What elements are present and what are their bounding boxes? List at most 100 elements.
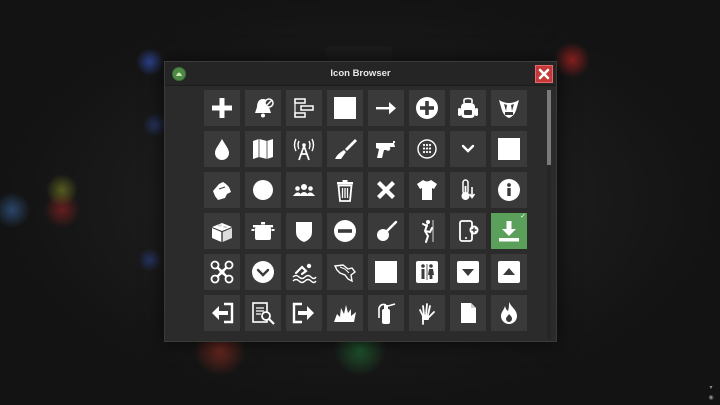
drone-icon xyxy=(210,260,234,284)
icon-cell[interactable] xyxy=(450,172,486,208)
users-icon xyxy=(293,184,315,196)
icon-cell[interactable] xyxy=(204,213,240,249)
exit-arrow-icon xyxy=(292,302,314,324)
caret-down-box-icon xyxy=(457,261,479,283)
water-drop-icon xyxy=(215,139,229,160)
icon-browser-dialog: Icon Browser ✓ xyxy=(164,61,557,342)
icon-cell[interactable] xyxy=(204,295,240,331)
icon-cell[interactable] xyxy=(409,213,445,249)
icon-cell[interactable] xyxy=(491,254,527,290)
icon-cell[interactable] xyxy=(409,295,445,331)
download-icon xyxy=(499,221,519,242)
icon-cell[interactable] xyxy=(368,213,404,249)
icon-cell[interactable] xyxy=(286,254,322,290)
icon-cell[interactable] xyxy=(327,295,363,331)
icon-cell[interactable] xyxy=(409,254,445,290)
minus-circle-icon xyxy=(334,220,356,242)
icon-grid: ✓ xyxy=(204,90,527,331)
hand-icon xyxy=(213,182,231,200)
icon-cell[interactable] xyxy=(204,90,240,126)
tablet-add-icon xyxy=(459,220,479,242)
icon-cell[interactable] xyxy=(245,213,281,249)
revolver-icon xyxy=(376,141,395,158)
shirt-icon xyxy=(417,180,437,200)
icon-cell[interactable] xyxy=(286,90,322,126)
icon-cell[interactable] xyxy=(450,90,486,126)
icon-cell[interactable] xyxy=(245,131,281,167)
icon-cell[interactable] xyxy=(368,172,404,208)
icon-cell[interactable] xyxy=(368,254,404,290)
icon-cell[interactable] xyxy=(491,172,527,208)
radio-tower-icon xyxy=(293,138,315,161)
icon-cell[interactable] xyxy=(245,172,281,208)
dialog-title: Icon Browser xyxy=(330,68,391,79)
icon-cell[interactable] xyxy=(450,295,486,331)
square-icon xyxy=(375,261,397,283)
temperature-down-icon xyxy=(461,179,476,200)
icon-cell[interactable] xyxy=(491,295,527,331)
settings-icon: ◉ xyxy=(708,395,714,401)
info-circle-icon xyxy=(498,179,520,201)
frying-pan-icon xyxy=(377,220,398,241)
icon-cell[interactable] xyxy=(409,90,445,126)
icon-cell[interactable] xyxy=(286,213,322,249)
icon-cell[interactable] xyxy=(368,131,404,167)
icon-cell[interactable] xyxy=(327,172,363,208)
icon-cell[interactable] xyxy=(409,131,445,167)
icon-cell[interactable] xyxy=(491,131,527,167)
file-icon xyxy=(461,303,476,323)
icon-cell[interactable] xyxy=(245,295,281,331)
chevron-down-icon xyxy=(461,144,475,153)
icon-cell[interactable] xyxy=(450,254,486,290)
skeleton-hand-icon xyxy=(419,303,435,325)
titlebar: Icon Browser xyxy=(165,62,556,86)
chevron-down-circle-icon xyxy=(252,261,274,283)
icon-cell[interactable] xyxy=(368,295,404,331)
scrollbar[interactable] xyxy=(547,90,551,340)
document-search-icon xyxy=(252,302,275,325)
square-icon xyxy=(334,97,356,119)
cooking-pot-icon xyxy=(251,222,275,240)
icon-cell[interactable] xyxy=(409,172,445,208)
backpack-icon xyxy=(458,97,478,118)
shield-icon xyxy=(296,222,312,242)
timeline-icon xyxy=(294,98,314,118)
swimmer-icon xyxy=(292,263,317,284)
icon-cell[interactable] xyxy=(491,90,527,126)
circle-icon xyxy=(253,180,273,200)
icon-cell[interactable] xyxy=(204,172,240,208)
mic-icon: ▾ xyxy=(709,385,713,391)
icon-cell[interactable] xyxy=(327,213,363,249)
icon-cell[interactable] xyxy=(327,254,363,290)
icon-cell[interactable] xyxy=(245,90,281,126)
x-mark-icon xyxy=(377,181,395,199)
fire-extinguisher-icon xyxy=(378,303,396,324)
brush-icon xyxy=(335,139,357,159)
explosion-icon xyxy=(334,305,356,322)
background-panel xyxy=(326,46,392,60)
climber-icon xyxy=(422,220,434,243)
icon-cell[interactable] xyxy=(327,90,363,126)
icon-cell[interactable] xyxy=(450,213,486,249)
icon-cell[interactable] xyxy=(204,254,240,290)
icon-cell[interactable] xyxy=(245,254,281,290)
map-icon xyxy=(253,139,273,159)
fangs-icon xyxy=(499,100,519,118)
sign-out-icon xyxy=(212,302,234,324)
bell-slash-icon xyxy=(255,98,274,118)
icon-cell[interactable] xyxy=(286,172,322,208)
close-button[interactable] xyxy=(535,65,553,83)
dial-pad-icon xyxy=(417,139,437,159)
icon-cell[interactable] xyxy=(286,131,322,167)
icon-cell[interactable] xyxy=(368,90,404,126)
scrollbar-thumb[interactable] xyxy=(547,90,551,165)
icon-cell[interactable] xyxy=(204,131,240,167)
arrow-right-icon xyxy=(376,102,396,115)
restroom-icon xyxy=(416,261,438,283)
icon-cell[interactable]: ✓ xyxy=(491,213,527,249)
selected-check-icon: ✓ xyxy=(520,213,526,220)
icon-cell[interactable] xyxy=(286,295,322,331)
icon-cell[interactable] xyxy=(327,131,363,167)
region-map-icon xyxy=(333,264,356,283)
icon-cell[interactable] xyxy=(450,131,486,167)
